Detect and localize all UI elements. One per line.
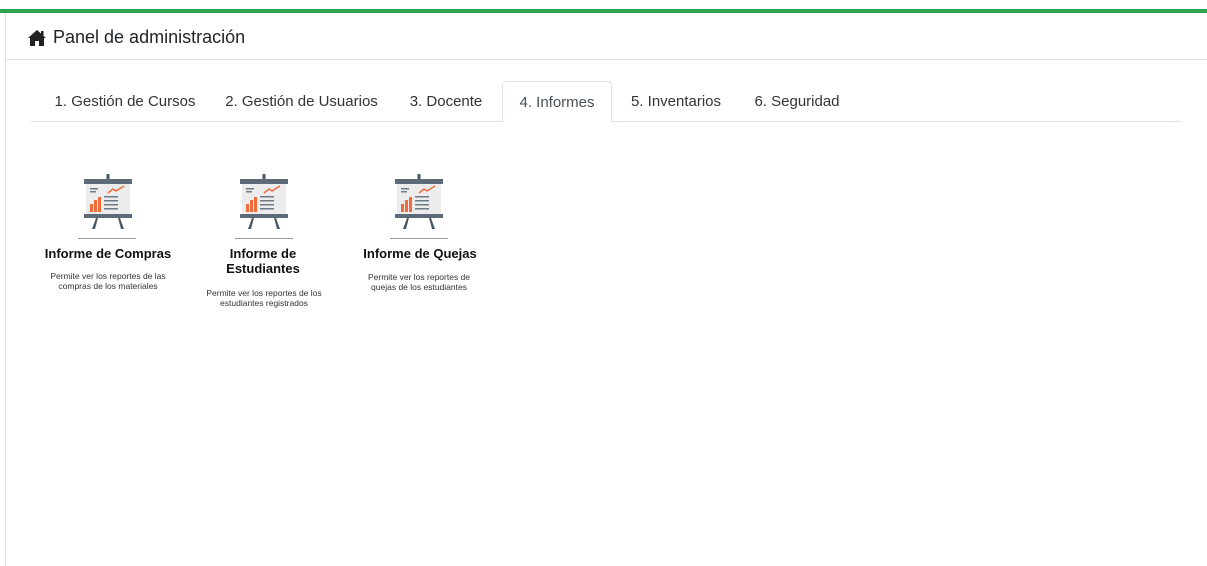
card-description: Permite ver los reportes de los estudian… [206,288,322,308]
tab-docente[interactable]: 3. Docente [401,81,491,122]
tab-gestion-cursos[interactable]: 1. Gestión de Cursos [41,81,209,122]
card-description: Permite ver los reportes de quejas de lo… [367,272,471,292]
card-title: Informe de Quejas [363,246,477,261]
card-title: Informe de Estudiantes [226,246,300,276]
card-divider [390,238,448,239]
page-title: Panel de administración [53,27,246,47]
card-informe-estudiantes[interactable]: Informe de Estudiantes Permite ver los r… [193,172,343,312]
tab-informes[interactable]: 4. Informes [502,81,612,123]
card-divider [235,238,293,239]
card-title: Informe de Compras [44,246,172,261]
card-informe-compras[interactable]: Informe de Compras Permite ver los repor… [38,172,178,302]
tab-seguridad[interactable]: 6. Seguridad [742,81,852,122]
tab-bar: 1. Gestión de Cursos 2. Gestión de Usuar… [31,81,1181,123]
card-description: Permite ver los reportes de las compras … [50,271,166,291]
card-divider [78,238,136,239]
presentation-chart-icon [240,174,288,229]
panel-header: Panel de administración [5,13,1207,60]
home-icon [28,30,46,46]
card-informe-quejas[interactable]: Informe de Quejas Permite ver los report… [355,172,485,302]
presentation-chart-icon [395,174,443,229]
tab-inventarios[interactable]: 5. Inventarios [621,81,731,122]
tab-gestion-usuarios[interactable]: 2. Gestión de Usuarios [214,81,389,122]
left-border [5,13,6,566]
presentation-chart-icon [84,174,132,229]
